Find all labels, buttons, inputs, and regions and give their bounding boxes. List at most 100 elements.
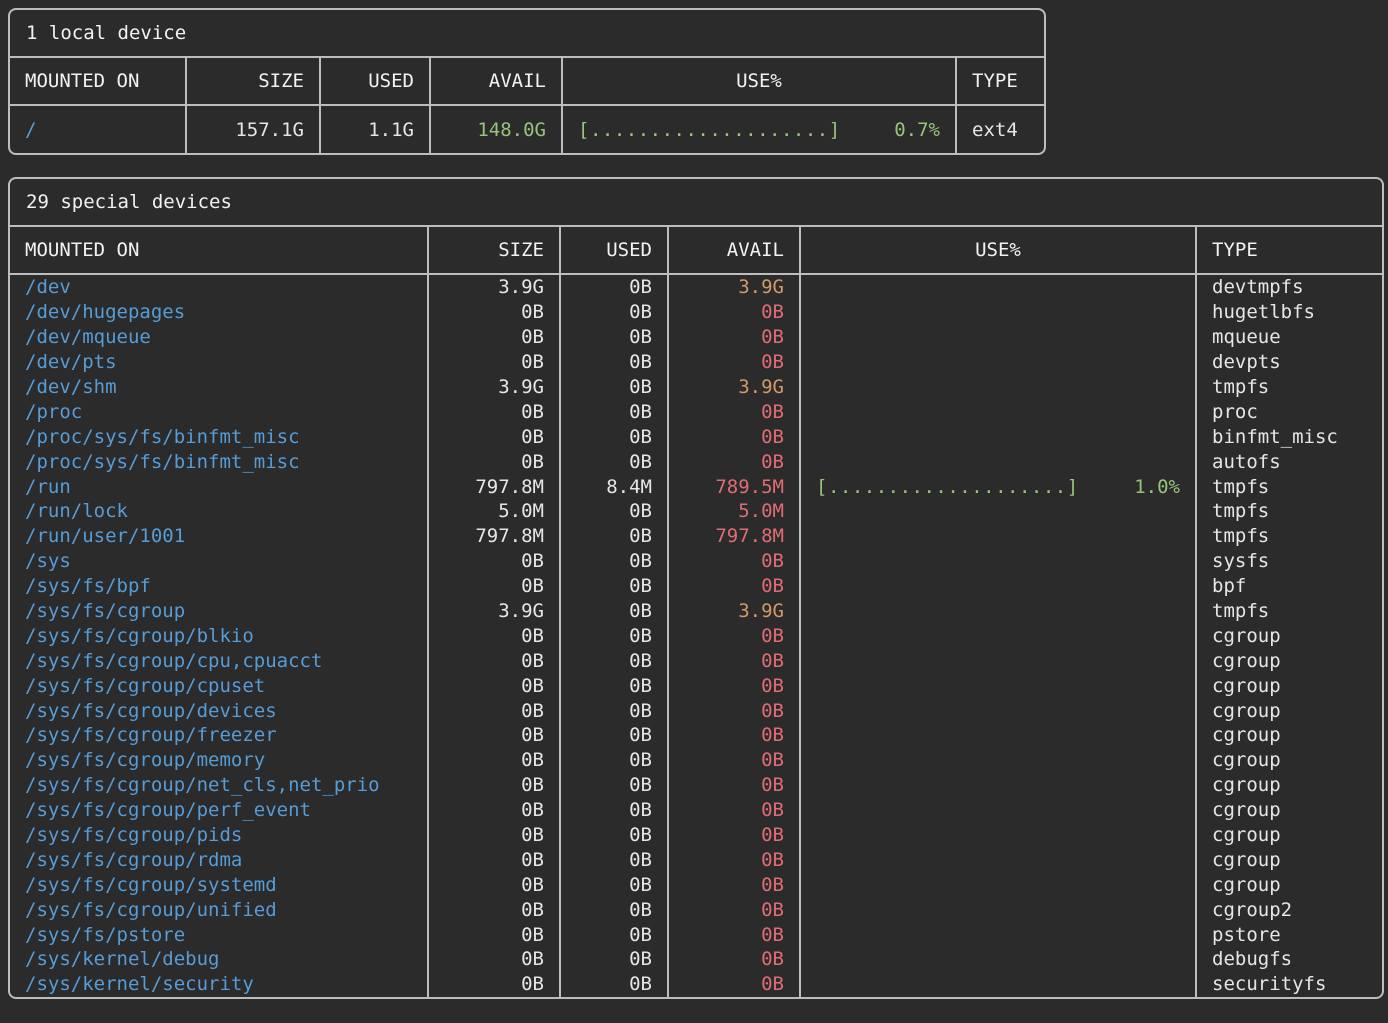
device-row: /sys/fs/cgroup/unified0B0B0Bcgroup2cgrou…	[10, 897, 1384, 922]
mount-point: /sys/fs/pstore	[10, 922, 428, 947]
mount-point: /sys/fs/cgroup/freezer	[10, 723, 428, 748]
column-header-size: SIZE	[428, 227, 560, 274]
type-value: cgroup	[1196, 723, 1384, 748]
mount-point: /sys/kernel/debug	[10, 947, 428, 972]
mount-point: /sys/fs/cgroup/cpuset	[10, 673, 428, 698]
avail-value: 0B	[668, 673, 800, 698]
device-row: /sys/fs/cgroup/memory0B0B0Bcgroupcgroup	[10, 748, 1384, 773]
avail-value: 0B	[668, 574, 800, 599]
device-row: /sys/fs/cgroup/perf_event0B0B0Bcgroupcgr…	[10, 798, 1384, 823]
use-percent-cell	[800, 773, 1196, 798]
avail-value: 0B	[668, 549, 800, 574]
special-devices-panel: 29 special devices MOUNTED ONSIZEUSEDAVA…	[8, 177, 1384, 999]
avail-value: 0B	[668, 325, 800, 350]
used-value: 0B	[560, 648, 668, 673]
size-value: 0B	[428, 823, 560, 848]
use-percent-cell	[800, 449, 1196, 474]
used-value: 0B	[560, 449, 668, 474]
used-value: 0B	[560, 274, 668, 300]
size-value: 0B	[428, 723, 560, 748]
device-row: /sys/fs/cgroup/freezer0B0B0Bcgroupcgroup	[10, 723, 1384, 748]
use-percent-cell	[800, 723, 1196, 748]
mount-point: /proc/sys/fs/binfmt_misc	[10, 424, 428, 449]
size-value: 3.9G	[428, 274, 560, 300]
mount-point: /run/user/1001	[10, 524, 428, 549]
size-value: 0B	[428, 698, 560, 723]
size-value: 0B	[428, 325, 560, 350]
special-devices-title: 29 special devices	[10, 179, 1382, 227]
size-value: 0B	[428, 549, 560, 574]
mount-point: /sys/fs/cgroup/unified	[10, 897, 428, 922]
mount-point: /sys/fs/cgroup/perf_event	[10, 798, 428, 823]
use-percent-cell: [....................]1.0%	[800, 474, 1196, 499]
used-value: 0B	[560, 524, 668, 549]
use-percent-cell	[800, 623, 1196, 648]
avail-value: 0B	[668, 698, 800, 723]
avail-value: 789.5M	[668, 474, 800, 499]
use-percent-cell	[800, 922, 1196, 947]
used-value: 0B	[560, 574, 668, 599]
type-value: cgroup	[1196, 748, 1384, 773]
size-value: 0B	[428, 300, 560, 325]
use-percent-cell	[800, 698, 1196, 723]
use-percent-cell	[800, 399, 1196, 424]
device-row: /sys/fs/cgroup/pids0B0B0Bcgroupcgroup	[10, 823, 1384, 848]
type-value: cgroup	[1196, 773, 1384, 798]
used-value: 0B	[560, 399, 668, 424]
used-value: 0B	[560, 325, 668, 350]
type-value: cgroup	[1196, 648, 1384, 673]
device-row: /proc/sys/fs/binfmt_misc0B0B0Bbinfmt_mis…	[10, 424, 1384, 449]
mount-point: /sys/fs/cgroup/net_cls,net_prio	[10, 773, 428, 798]
avail-value: 0B	[668, 922, 800, 947]
used-value: 0B	[560, 424, 668, 449]
use-percent-cell	[800, 872, 1196, 897]
type-value: devpts	[1196, 350, 1384, 375]
mount-point: /run/lock	[10, 499, 428, 524]
type-value: cgroup	[1196, 798, 1384, 823]
mount-point: /dev/pts	[10, 350, 428, 375]
avail-value: 0B	[668, 823, 800, 848]
mount-point: /dev	[10, 274, 428, 300]
mount-point: /run	[10, 474, 428, 499]
avail-value: 0B	[668, 872, 800, 897]
use-percent-cell	[800, 823, 1196, 848]
used-value: 0B	[560, 623, 668, 648]
device-row: /sys/fs/cgroup/cpuset0B0B0Bcgroupcgroup	[10, 673, 1384, 698]
column-header-use-: USE%	[562, 58, 956, 105]
mount-point: /sys/fs/cgroup/memory	[10, 748, 428, 773]
used-value: 0B	[560, 499, 668, 524]
use-percent-cell	[800, 847, 1196, 872]
local-devices-panel: 1 local device MOUNTED ONSIZEUSEDAVAILUS…	[8, 8, 1046, 155]
used-value: 0B	[560, 872, 668, 897]
size-value: 0B	[428, 648, 560, 673]
type-value: cgroup	[1196, 698, 1384, 723]
avail-value: 0B	[668, 723, 800, 748]
used-value: 0B	[560, 947, 668, 972]
use-percent-cell	[800, 648, 1196, 673]
used-value: 8.4M	[560, 474, 668, 499]
type-value: cgroup	[1196, 847, 1384, 872]
use-percent-cell	[800, 972, 1196, 997]
used-value: 0B	[560, 748, 668, 773]
device-row: /sys0B0B0Bsysfssysfs	[10, 549, 1384, 574]
header-row: MOUNTED ONSIZEUSEDAVAILUSE%TYPEFILESYSTE…	[10, 227, 1384, 274]
usage-bar: [....................]	[578, 119, 841, 141]
avail-value: 0B	[668, 424, 800, 449]
mount-point: /dev/shm	[10, 375, 428, 400]
avail-value: 0B	[668, 350, 800, 375]
use-percent-cell	[800, 499, 1196, 524]
mount-point: /proc/sys/fs/binfmt_misc	[10, 449, 428, 474]
avail-value: 797.8M	[668, 524, 800, 549]
avail-value: 0B	[668, 623, 800, 648]
used-value: 0B	[560, 698, 668, 723]
device-row: /sys/fs/cgroup/systemd0B0B0Bcgroupcgroup	[10, 872, 1384, 897]
size-value: 0B	[428, 673, 560, 698]
size-value: 0B	[428, 872, 560, 897]
used-value: 0B	[560, 823, 668, 848]
type-value: cgroup	[1196, 823, 1384, 848]
column-header-type: TYPE	[956, 58, 1046, 105]
mount-point: /sys/fs/cgroup/rdma	[10, 847, 428, 872]
avail-value: 0B	[668, 972, 800, 997]
use-percent-cell	[800, 947, 1196, 972]
device-row: /sys/fs/cgroup/blkio0B0B0Bcgroupcgroup	[10, 623, 1384, 648]
